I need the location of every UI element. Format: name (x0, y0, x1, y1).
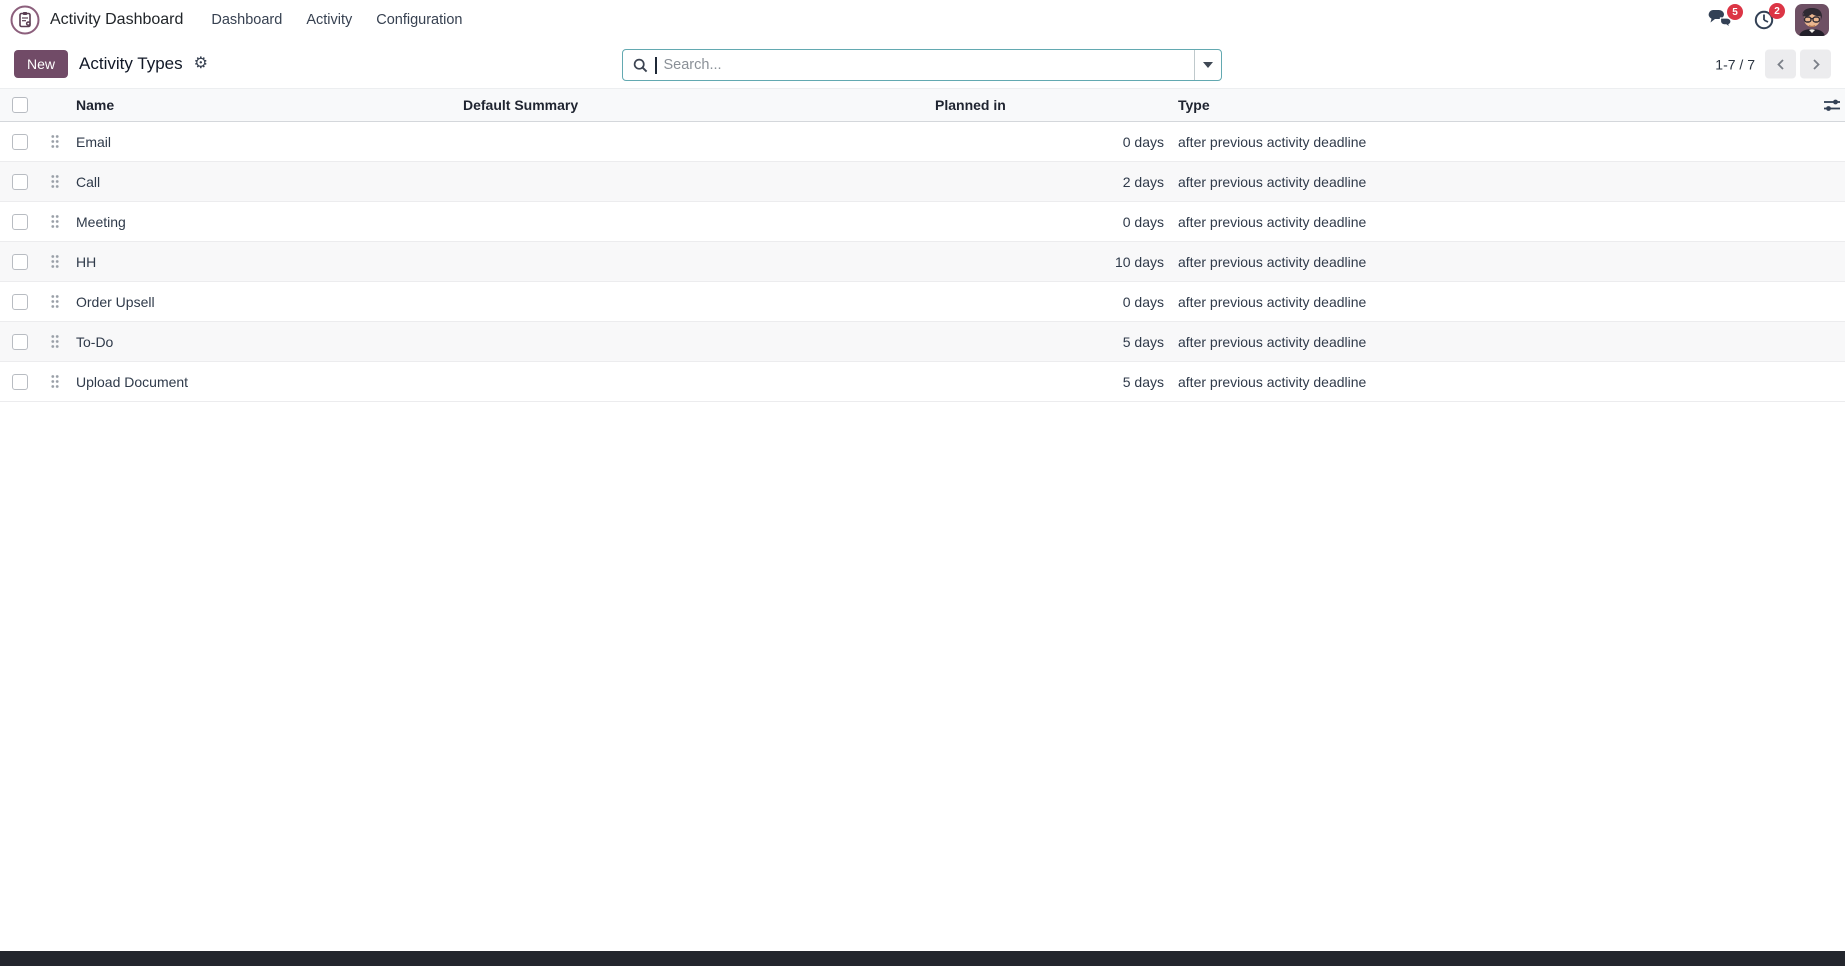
search-dropdown-toggle[interactable] (1194, 50, 1221, 80)
activities-count-badge: 2 (1769, 3, 1785, 19)
cell-name: Call (76, 173, 101, 190)
column-header-type[interactable]: Type (1170, 97, 1797, 113)
table-row[interactable]: Meeting 0 days after previous activity d… (0, 202, 1845, 242)
table-row[interactable]: Upload Document 5 days after previous ac… (0, 362, 1845, 402)
systray: 5 2 (1707, 3, 1835, 36)
cell-planned-in: 0 days (1122, 293, 1164, 310)
column-header-name[interactable]: Name (70, 97, 455, 113)
row-select-checkbox[interactable] (12, 373, 28, 390)
cell-type: after previous activity deadline (1178, 253, 1367, 270)
breadcrumb-title: Activity Types (79, 54, 183, 73)
drag-handle-icon[interactable] (40, 254, 70, 269)
new-button[interactable]: New (14, 50, 69, 78)
drag-handle-icon[interactable] (40, 214, 70, 229)
search-input[interactable] (663, 57, 1194, 73)
app-logo[interactable] (8, 3, 42, 37)
cell-name: Meeting (76, 213, 126, 230)
menu-item-configuration[interactable]: Configuration (364, 0, 474, 40)
cell-name: Order Upsell (76, 293, 155, 310)
drag-handle-icon[interactable] (40, 374, 70, 389)
menu-item-activity[interactable]: Activity (294, 0, 364, 40)
cell-type: after previous activity deadline (1178, 133, 1367, 150)
drag-handle-icon[interactable] (40, 334, 70, 349)
drag-handle-icon[interactable] (40, 174, 70, 189)
cell-planned-in: 0 days (1122, 133, 1164, 150)
pager-previous-button[interactable] (1765, 49, 1796, 79)
row-select-checkbox[interactable] (12, 293, 28, 310)
search-icon (633, 58, 648, 73)
chevron-left-icon (1775, 58, 1787, 70)
cell-type: after previous activity deadline (1178, 293, 1367, 310)
cell-type: after previous activity deadline (1178, 213, 1367, 230)
cell-name: HH (76, 253, 97, 270)
messages-button[interactable]: 5 (1707, 4, 1743, 30)
cell-name: To-Do (76, 333, 114, 350)
activity-types-list: Name Default Summary Planned in Type Ema… (0, 88, 1845, 402)
table-row[interactable]: To-Do 5 days after previous activity dea… (0, 322, 1845, 362)
row-select-checkbox[interactable] (12, 213, 28, 230)
table-body: Email 0 days after previous activity dea… (0, 122, 1845, 402)
chevron-down-icon (1203, 62, 1213, 68)
table-row[interactable]: Order Upsell 0 days after previous activ… (0, 282, 1845, 322)
cell-planned-in: 2 days (1122, 173, 1164, 190)
cell-type: after previous activity deadline (1178, 333, 1367, 350)
cell-planned-in: 5 days (1122, 333, 1164, 350)
table-row[interactable]: Email 0 days after previous activity dea… (0, 122, 1845, 162)
table-row[interactable]: Call 2 days after previous activity dead… (0, 162, 1845, 202)
menu-item-dashboard[interactable]: Dashboard (199, 0, 294, 40)
control-panel: New Activity Types ⚙ 1-7 / 7 (0, 40, 1845, 88)
chevron-right-icon (1810, 58, 1822, 70)
row-select-checkbox[interactable] (12, 253, 28, 270)
cell-planned-in: 0 days (1122, 213, 1164, 230)
cell-name: Upload Document (76, 373, 189, 390)
cell-planned-in: 5 days (1122, 373, 1164, 390)
search-bar (622, 49, 1222, 81)
column-header-default-summary[interactable]: Default Summary (455, 97, 935, 113)
column-header-planned-in[interactable]: Planned in (935, 97, 1170, 113)
cell-planned-in: 10 days (1114, 253, 1164, 270)
sliders-icon (1823, 97, 1841, 113)
table-row[interactable]: HH 10 days after previous activity deadl… (0, 242, 1845, 282)
action-gear-icon[interactable]: ⚙ (194, 56, 208, 72)
cell-type: after previous activity deadline (1178, 373, 1367, 390)
pager-next-button[interactable] (1800, 49, 1831, 79)
optional-columns-button[interactable] (1823, 97, 1845, 113)
cell-name: Email (76, 133, 112, 150)
row-select-checkbox[interactable] (12, 173, 28, 190)
table-header-row: Name Default Summary Planned in Type (0, 88, 1845, 122)
top-navbar: Activity Dashboard Dashboard Activity Co… (0, 0, 1845, 40)
cell-type: after previous activity deadline (1178, 173, 1367, 190)
messages-count-badge: 5 (1727, 4, 1743, 20)
user-avatar[interactable] (1795, 4, 1829, 36)
pager-range[interactable]: 1-7 / 7 (1715, 56, 1755, 72)
row-select-checkbox[interactable] (12, 133, 28, 150)
app-name[interactable]: Activity Dashboard (50, 11, 183, 29)
select-all-checkbox[interactable] (12, 97, 28, 113)
drag-handle-icon[interactable] (40, 294, 70, 309)
bottom-edge-bar (0, 951, 1845, 966)
text-cursor (655, 56, 657, 74)
drag-handle-icon[interactable] (40, 134, 70, 149)
activity-clipboard-logo-icon (10, 5, 40, 35)
activities-button[interactable]: 2 (1753, 3, 1785, 31)
row-select-checkbox[interactable] (12, 333, 28, 350)
